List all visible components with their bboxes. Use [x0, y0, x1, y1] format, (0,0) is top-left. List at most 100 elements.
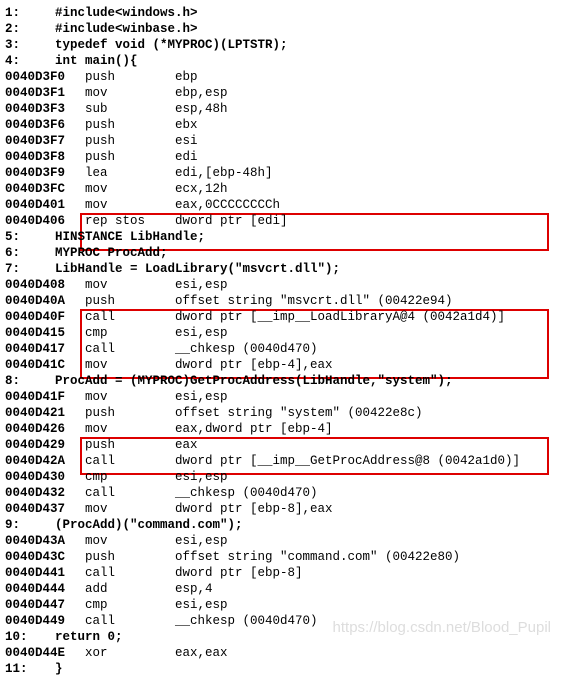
- mnemonic: mov: [85, 197, 175, 213]
- operand: eax,eax: [175, 646, 228, 660]
- asm-line: 0040D430cmpesi,esp: [5, 469, 556, 485]
- addr: 0040D417: [5, 341, 85, 357]
- asm-line: 0040D415cmpesi,esp: [5, 325, 556, 341]
- mnemonic: call: [85, 341, 175, 357]
- addr: 0040D3FC: [5, 181, 85, 197]
- asm-line: 0040D3F8pushedi: [5, 149, 556, 165]
- asm-line: 0040D3F7pushesi: [5, 133, 556, 149]
- src-text: (ProcAdd)("command.com");: [55, 518, 243, 532]
- addr: 0040D40A: [5, 293, 85, 309]
- mnemonic: push: [85, 149, 175, 165]
- asm-line: 0040D441calldword ptr [ebp-8]: [5, 565, 556, 581]
- asm-line: 0040D40Apushoffset string "msvcrt.dll" (…: [5, 293, 556, 309]
- asm-line: 0040D417call__chkesp (0040d470): [5, 341, 556, 357]
- operand: dword ptr [ebp-8],eax: [175, 502, 333, 516]
- src-text: }: [55, 662, 63, 676]
- mnemonic: call: [85, 565, 175, 581]
- src-num: 1:: [5, 5, 55, 21]
- src-num: 6:: [5, 245, 55, 261]
- addr: 0040D41C: [5, 357, 85, 373]
- operand: dword ptr [edi]: [175, 214, 288, 228]
- mnemonic: push: [85, 405, 175, 421]
- mnemonic: lea: [85, 165, 175, 181]
- mnemonic: call: [85, 613, 175, 629]
- addr: 0040D429: [5, 437, 85, 453]
- mnemonic: call: [85, 453, 175, 469]
- addr: 0040D432: [5, 485, 85, 501]
- mnemonic: cmp: [85, 325, 175, 341]
- mnemonic: push: [85, 117, 175, 133]
- addr: 0040D3F6: [5, 117, 85, 133]
- addr: 0040D447: [5, 597, 85, 613]
- operand: dword ptr [__imp__LoadLibraryA@4 (0042a1…: [175, 310, 505, 324]
- asm-line: 0040D406rep stosdword ptr [edi]: [5, 213, 556, 229]
- src-num: 8:: [5, 373, 55, 389]
- source-line-2: 2:#include<winbase.h>: [5, 21, 556, 37]
- asm-line: 0040D44Exoreax,eax: [5, 645, 556, 661]
- source-line-3: 3:typedef void (*MYPROC)(LPTSTR);: [5, 37, 556, 53]
- addr: 0040D3F0: [5, 69, 85, 85]
- asm-line: 0040D41Fmovesi,esp: [5, 389, 556, 405]
- src-num: 3:: [5, 37, 55, 53]
- operand: esi,esp: [175, 390, 228, 404]
- mnemonic: mov: [85, 389, 175, 405]
- src-text: #include<winbase.h>: [55, 22, 198, 36]
- source-line-4: 4:int main(){: [5, 53, 556, 69]
- mnemonic: push: [85, 69, 175, 85]
- asm-line: 0040D43Amovesi,esp: [5, 533, 556, 549]
- src-text: int main(){: [55, 54, 138, 68]
- mnemonic: mov: [85, 181, 175, 197]
- asm-line: 0040D40Fcalldword ptr [__imp__LoadLibrar…: [5, 309, 556, 325]
- addr: 0040D40F: [5, 309, 85, 325]
- mnemonic: push: [85, 293, 175, 309]
- addr: 0040D449: [5, 613, 85, 629]
- src-num: 9:: [5, 517, 55, 533]
- asm-line: 0040D421pushoffset string "system" (0042…: [5, 405, 556, 421]
- asm-line: 0040D429pusheax: [5, 437, 556, 453]
- addr: 0040D426: [5, 421, 85, 437]
- addr: 0040D44E: [5, 645, 85, 661]
- watermark: https://blog.csdn.net/Blood_Pupil: [333, 620, 551, 636]
- operand: edi,[ebp-48h]: [175, 166, 273, 180]
- operand: esi,esp: [175, 470, 228, 484]
- source-line-1: 1:#include<windows.h>: [5, 5, 556, 21]
- src-text: #include<windows.h>: [55, 6, 198, 20]
- operand: ebp: [175, 70, 198, 84]
- asm-line: 0040D41Cmovdword ptr [ebp-4],eax: [5, 357, 556, 373]
- addr: 0040D437: [5, 501, 85, 517]
- mnemonic: cmp: [85, 597, 175, 613]
- operand: esi: [175, 134, 198, 148]
- source-line-9: 9:(ProcAdd)("command.com");: [5, 517, 556, 533]
- mnemonic: mov: [85, 357, 175, 373]
- operand: esi,esp: [175, 534, 228, 548]
- asm-line: 0040D408movesi,esp: [5, 277, 556, 293]
- mnemonic: call: [85, 485, 175, 501]
- mnemonic: mov: [85, 421, 175, 437]
- operand: esi,esp: [175, 598, 228, 612]
- operand: offset string "command.com" (00422e80): [175, 550, 460, 564]
- operand: dword ptr [__imp__GetProcAddress@8 (0042…: [175, 454, 520, 468]
- src-text: return 0;: [55, 630, 123, 644]
- mnemonic: push: [85, 133, 175, 149]
- operand: __chkesp (0040d470): [175, 486, 318, 500]
- addr: 0040D3F9: [5, 165, 85, 181]
- operand: dword ptr [ebp-8]: [175, 566, 303, 580]
- src-text: ProcAdd = (MYPROC)GetProcAddress(LibHand…: [55, 374, 453, 388]
- asm-line: 0040D437movdword ptr [ebp-8],eax: [5, 501, 556, 517]
- mnemonic: call: [85, 309, 175, 325]
- addr: 0040D43A: [5, 533, 85, 549]
- asm-line: 0040D43Cpushoffset string "command.com" …: [5, 549, 556, 565]
- mnemonic: rep stos: [85, 213, 175, 229]
- asm-line: 0040D401moveax,0CCCCCCCCh: [5, 197, 556, 213]
- mnemonic: mov: [85, 277, 175, 293]
- addr: 0040D41F: [5, 389, 85, 405]
- asm-line: 0040D3FCmovecx,12h: [5, 181, 556, 197]
- asm-line: 0040D42Acalldword ptr [__imp__GetProcAdd…: [5, 453, 556, 469]
- src-num: 4:: [5, 53, 55, 69]
- src-text: HINSTANCE LibHandle;: [55, 230, 205, 244]
- addr: 0040D430: [5, 469, 85, 485]
- addr: 0040D406: [5, 213, 85, 229]
- src-text: MYPROC ProcAdd;: [55, 246, 168, 260]
- addr: 0040D421: [5, 405, 85, 421]
- src-text: typedef void (*MYPROC)(LPTSTR);: [55, 38, 288, 52]
